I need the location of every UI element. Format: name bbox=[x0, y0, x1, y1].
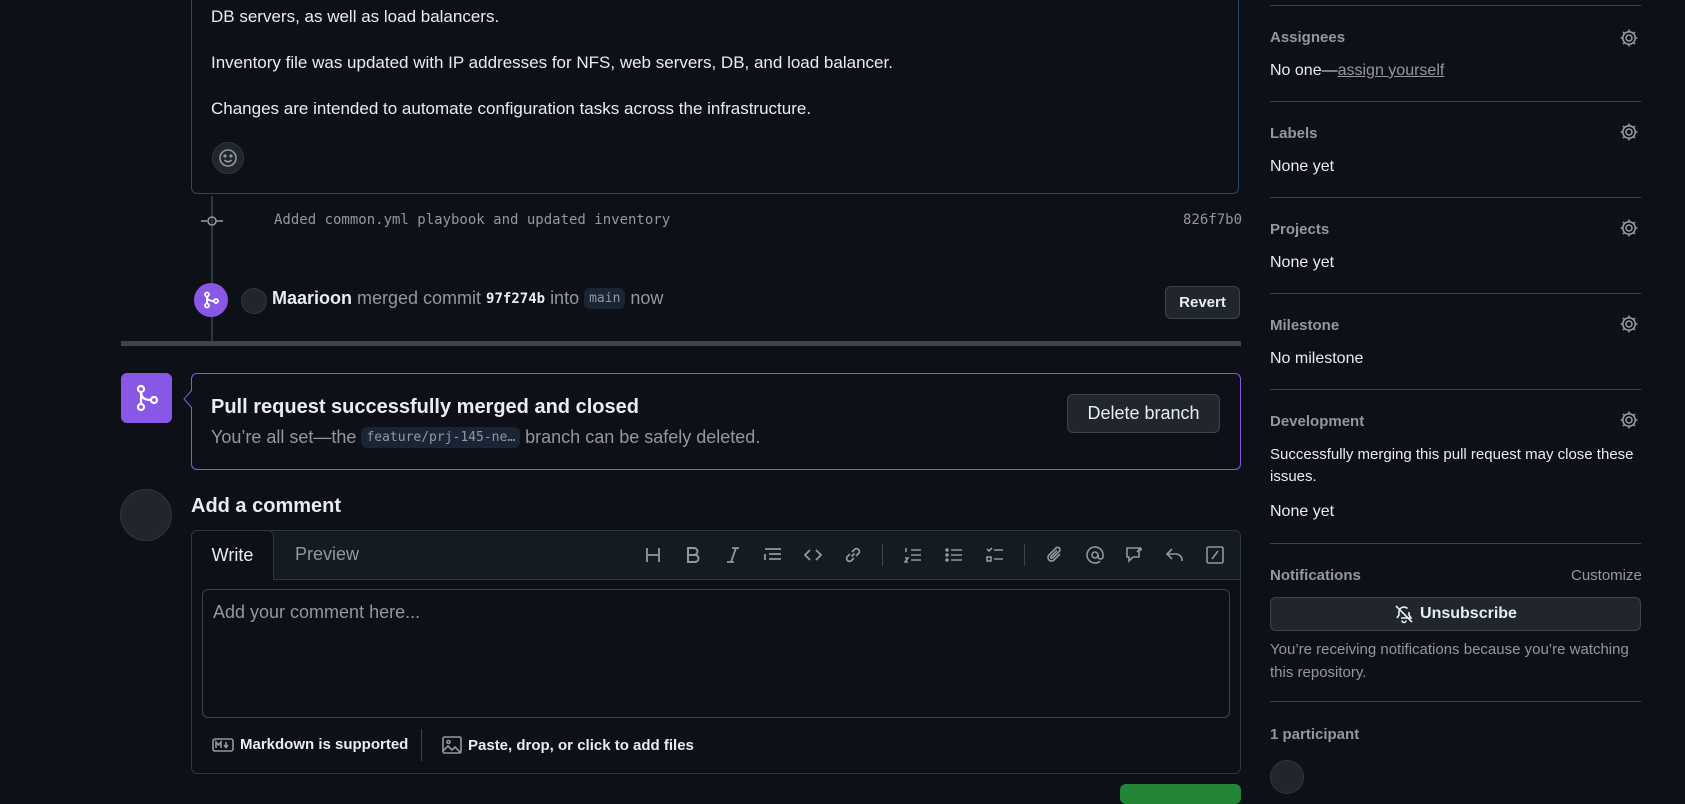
timeline-line bbox=[211, 317, 213, 341]
merged-status-subtitle: You’re all set—the feature/prj-145-ne… b… bbox=[211, 427, 760, 448]
comment-submit-button[interactable] bbox=[1120, 784, 1241, 804]
sidebar-divider bbox=[1270, 5, 1641, 6]
code-icon[interactable] bbox=[801, 543, 825, 567]
assignees-none-text: No one— bbox=[1270, 62, 1338, 79]
footer-divider bbox=[421, 729, 422, 761]
gear-icon[interactable] bbox=[1619, 28, 1639, 48]
projects-value: None yet bbox=[1270, 254, 1335, 271]
attach-files-label: Paste, drop, or click to add files bbox=[468, 736, 694, 754]
mention-icon[interactable] bbox=[1083, 543, 1107, 567]
delete-branch-button[interactable]: Delete branch bbox=[1067, 394, 1220, 433]
merged-badge bbox=[194, 283, 228, 317]
branch-name-chip[interactable]: feature/prj-145-ne… bbox=[361, 427, 521, 448]
bold-icon[interactable] bbox=[681, 543, 705, 567]
attach-files-button[interactable]: Paste, drop, or click to add files bbox=[442, 736, 694, 754]
toolbar-divider bbox=[1024, 544, 1025, 566]
assignees-heading[interactable]: Assignees bbox=[1270, 29, 1345, 46]
merged-box-pointer bbox=[183, 390, 193, 408]
description-line: Inventory file was updated with IP addre… bbox=[211, 53, 893, 72]
task-list-icon[interactable] bbox=[983, 543, 1007, 567]
ordered-list-icon[interactable] bbox=[901, 543, 925, 567]
participant-avatar[interactable] bbox=[1270, 760, 1304, 794]
commit-message-link[interactable]: Added common.yml playbook and updated in… bbox=[274, 212, 670, 228]
git-merge-icon bbox=[136, 384, 158, 412]
into-text: into bbox=[550, 288, 580, 308]
sidebar-divider bbox=[1270, 197, 1641, 198]
markdown-supported-link[interactable]: Markdown is supported bbox=[212, 736, 408, 753]
commit-sha-link[interactable]: 826f7b0 bbox=[1183, 212, 1242, 228]
reply-icon[interactable] bbox=[1163, 543, 1187, 567]
development-value: None yet bbox=[1270, 503, 1335, 520]
reference-icon[interactable] bbox=[1123, 543, 1147, 567]
participants-heading: 1 participant bbox=[1270, 726, 1360, 743]
quote-icon[interactable] bbox=[761, 543, 785, 567]
milestone-heading[interactable]: Milestone bbox=[1270, 317, 1339, 334]
add-comment-heading: Add a comment bbox=[191, 495, 342, 517]
add-reaction-button[interactable] bbox=[212, 142, 244, 174]
notifications-note: You’re receiving notifications because y… bbox=[1270, 641, 1629, 681]
description-line: Changes are intended to automate configu… bbox=[211, 99, 812, 118]
milestone-value: No milestone bbox=[1270, 350, 1364, 367]
labels-value: None yet bbox=[1270, 158, 1335, 175]
merged-status-title: Pull request successfully merged and clo… bbox=[211, 396, 639, 418]
git-merge-icon bbox=[204, 291, 219, 309]
avatar[interactable] bbox=[241, 288, 267, 314]
branch-chip[interactable]: main bbox=[584, 288, 626, 309]
attachment-icon[interactable] bbox=[1043, 543, 1067, 567]
merge-event-text: Maarioon merged commit 97f274b into main… bbox=[272, 288, 663, 309]
merged-status-icon bbox=[121, 373, 172, 423]
customize-link[interactable]: Customize bbox=[1571, 567, 1642, 584]
gear-icon[interactable] bbox=[1619, 314, 1639, 334]
assign-yourself-link[interactable]: assign yourself bbox=[1338, 62, 1445, 79]
gear-icon[interactable] bbox=[1619, 218, 1639, 238]
unsubscribe-button[interactable]: Unsubscribe bbox=[1270, 597, 1641, 631]
image-icon bbox=[442, 736, 462, 754]
sidebar-divider bbox=[1270, 293, 1641, 294]
tab-preview[interactable]: Preview bbox=[295, 544, 359, 565]
labels-heading[interactable]: Labels bbox=[1270, 125, 1318, 142]
comment-textarea[interactable] bbox=[202, 589, 1230, 718]
username-link[interactable]: Maarioon bbox=[272, 288, 352, 309]
merge-action-text: merged commit bbox=[357, 288, 482, 308]
pr-description-box bbox=[191, 0, 1239, 194]
bell-slash-icon bbox=[1395, 605, 1413, 624]
markdown-label: Markdown is supported bbox=[240, 736, 409, 753]
toolbar-divider bbox=[882, 544, 883, 566]
unordered-list-icon[interactable] bbox=[942, 543, 966, 567]
smiley-icon bbox=[219, 149, 237, 167]
revert-button[interactable]: Revert bbox=[1165, 286, 1240, 319]
notifications-heading: Notifications bbox=[1270, 567, 1361, 584]
relative-time[interactable]: now bbox=[630, 288, 663, 309]
projects-heading[interactable]: Projects bbox=[1270, 221, 1329, 238]
gear-icon[interactable] bbox=[1619, 122, 1639, 142]
unsubscribe-label: Unsubscribe bbox=[1420, 605, 1517, 622]
merge-commit-sha-link[interactable]: 97f274b bbox=[486, 291, 545, 307]
italic-icon[interactable] bbox=[721, 543, 745, 567]
sidebar-divider bbox=[1270, 543, 1641, 544]
subtitle-prefix: You’re all set—the bbox=[211, 427, 357, 447]
assignees-value: No one—assign yourself bbox=[1270, 62, 1444, 80]
timeline-line bbox=[211, 196, 213, 286]
commit-icon bbox=[201, 211, 223, 231]
sidebar-divider bbox=[1270, 101, 1641, 102]
tab-write[interactable]: Write bbox=[191, 530, 274, 580]
sidebar-divider bbox=[1270, 701, 1641, 702]
subtitle-suffix: branch can be safely deleted. bbox=[525, 427, 761, 447]
avatar bbox=[120, 489, 172, 541]
sidebar-divider bbox=[1270, 389, 1641, 390]
slash-command-icon[interactable] bbox=[1203, 543, 1227, 567]
development-note: Successfully merging this pull request m… bbox=[1270, 446, 1634, 485]
timeline-end-divider bbox=[121, 341, 1241, 346]
markdown-icon bbox=[212, 737, 234, 752]
gear-icon[interactable] bbox=[1619, 410, 1639, 430]
heading-icon[interactable] bbox=[641, 543, 665, 567]
link-icon[interactable] bbox=[841, 543, 865, 567]
description-line: DB servers, as well as load balancers. bbox=[211, 7, 500, 26]
development-heading[interactable]: Development bbox=[1270, 413, 1364, 430]
